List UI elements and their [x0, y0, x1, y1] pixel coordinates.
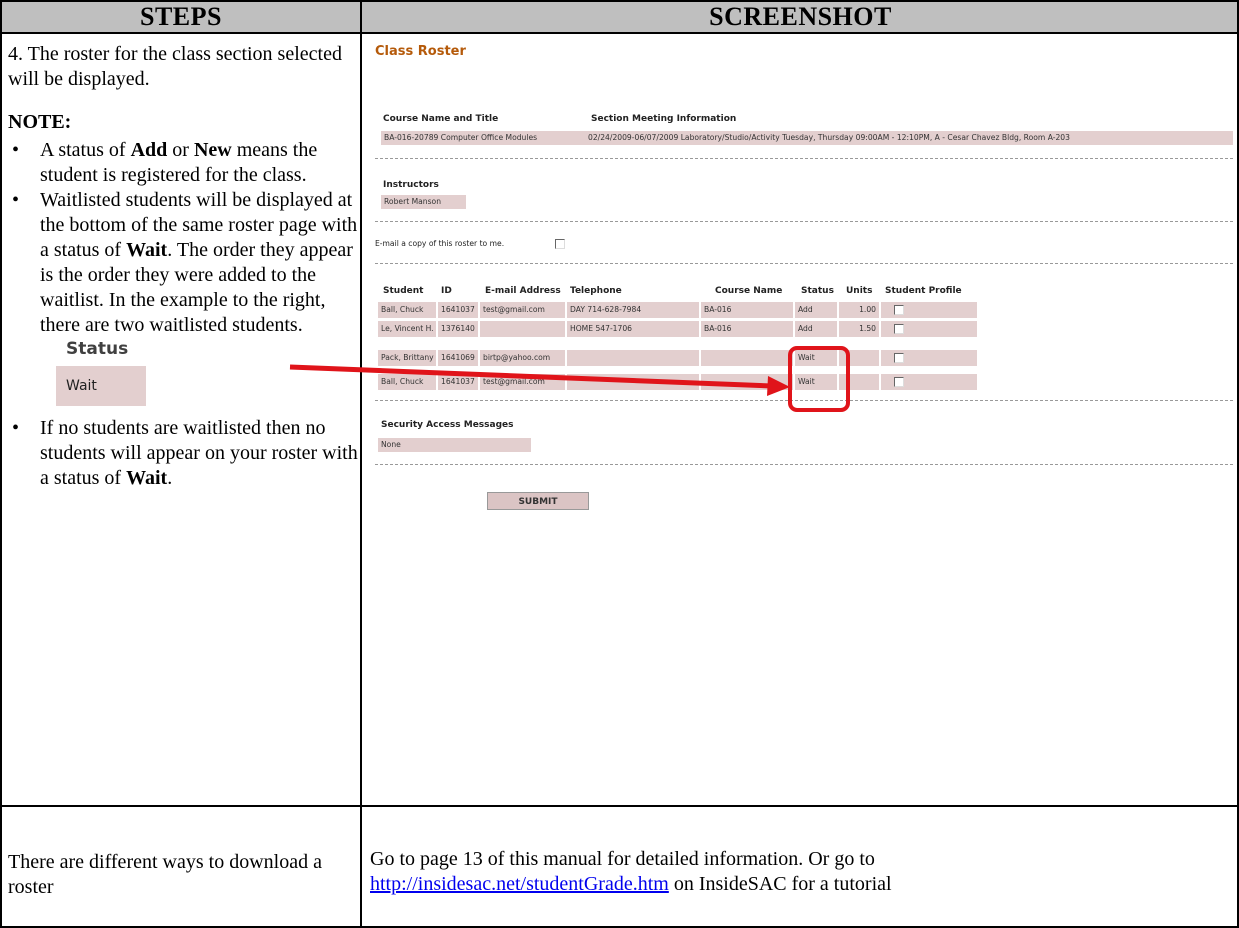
instructions-line-1: Go to page 13 of this manual for detaile…	[370, 848, 875, 870]
annotation-arrow	[289, 364, 790, 396]
tutorial-link[interactable]: http://insidesac.net/studentGrade.htm	[370, 873, 669, 895]
download-roster-instructions: Go to page 13 of this manual for detaile…	[370, 847, 1230, 897]
arrow-shaft	[289, 364, 773, 389]
arrow-head	[767, 376, 790, 396]
instructions-suffix: on InsideSAC for a tutorial	[668, 873, 892, 895]
download-roster-note: There are different ways to download a r…	[8, 851, 322, 898]
instructions-line-2: http://insidesac.net/studentGrade.htm on…	[370, 872, 1230, 897]
manual-page: STEPS SCREENSHOT 4. The roster for the c…	[0, 0, 1239, 928]
